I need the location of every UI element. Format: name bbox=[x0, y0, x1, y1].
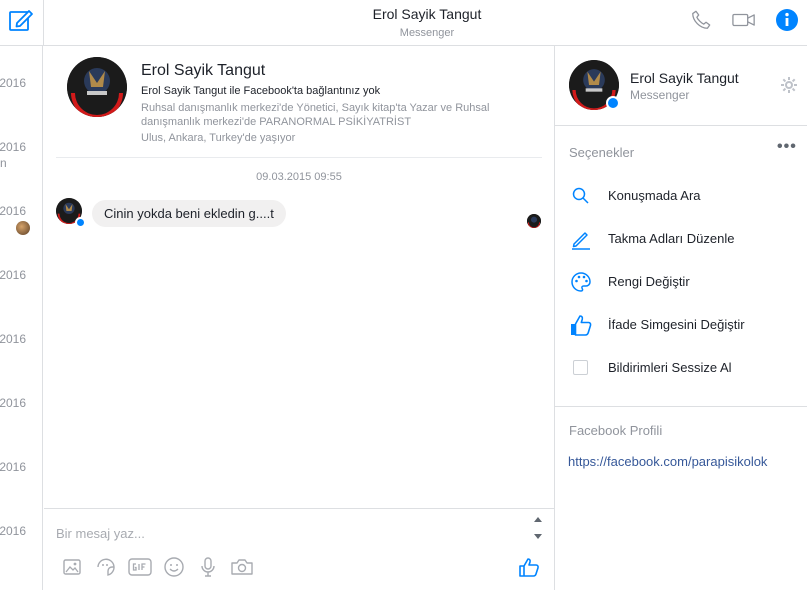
phone-icon[interactable] bbox=[689, 8, 713, 32]
messenger-badge-icon bbox=[606, 96, 620, 110]
seen-indicator-avatar bbox=[527, 214, 541, 228]
thread-date: .2016 bbox=[0, 332, 27, 346]
avatar[interactable] bbox=[67, 57, 127, 117]
mute-checkbox[interactable] bbox=[573, 360, 588, 375]
thread-list[interactable]: .2016 .2016 n .2016 .2016 .2016 .2016 .2… bbox=[0, 46, 43, 590]
option-edit-nicknames[interactable]: Takma Adları Düzenle bbox=[569, 224, 799, 254]
info-icon[interactable] bbox=[775, 8, 799, 32]
thread-date: .2016 bbox=[0, 524, 27, 538]
contact-name: Erol Sayik Tangut bbox=[141, 62, 266, 79]
divider bbox=[555, 406, 807, 407]
search-icon bbox=[569, 184, 593, 208]
microphone-icon[interactable] bbox=[196, 555, 220, 579]
thread-snippet: n bbox=[0, 156, 7, 170]
more-options-icon[interactable]: ••• bbox=[777, 138, 797, 156]
thread-date: .2016 bbox=[0, 204, 27, 218]
camera-icon[interactable] bbox=[230, 555, 254, 579]
details-header: Erol Sayik Tangut Messenger bbox=[555, 46, 807, 126]
message-timestamp: 09.03.2015 09:55 bbox=[256, 171, 342, 183]
pencil-icon bbox=[569, 227, 593, 251]
scroll-down-arrow-icon[interactable] bbox=[534, 534, 542, 539]
thumbs-up-icon bbox=[569, 313, 593, 337]
scroll-up-arrow-icon[interactable] bbox=[534, 517, 542, 522]
like-send-icon[interactable] bbox=[517, 555, 541, 579]
option-mute-notifications[interactable]: Bildirimleri Sessize Al bbox=[569, 353, 799, 383]
compose-icon[interactable] bbox=[8, 7, 34, 33]
option-label: Konuşmada Ara bbox=[608, 188, 701, 203]
video-camera-icon[interactable] bbox=[732, 8, 756, 32]
message-bubble[interactable]: Cinin yokda beni ekledin g....t bbox=[92, 200, 286, 227]
thread-date: .2016 bbox=[0, 460, 27, 474]
emoji-icon[interactable] bbox=[162, 555, 186, 579]
top-bar: Erol Sayik Tangut Messenger bbox=[0, 0, 807, 46]
photo-icon[interactable] bbox=[60, 555, 84, 579]
details-panel: Erol Sayik Tangut Messenger Seçenekler •… bbox=[554, 46, 807, 590]
header-actions bbox=[670, 8, 799, 32]
gif-icon[interactable] bbox=[128, 555, 152, 579]
thread-date: .2016 bbox=[0, 396, 27, 410]
composer bbox=[44, 508, 554, 590]
conversation-pane: Erol Sayik Tangut Erol Sayik Tangut ile … bbox=[44, 46, 554, 590]
option-search-conversation[interactable]: Konuşmada Ara bbox=[569, 181, 799, 211]
details-subtitle: Messenger bbox=[630, 88, 690, 102]
option-label: Rengi Değiştir bbox=[608, 274, 690, 289]
facebook-profile-link[interactable]: https://facebook.com/parapisikolok bbox=[568, 454, 767, 469]
contact-card: Erol Sayik Tangut Erol Sayik Tangut ile … bbox=[56, 46, 542, 158]
option-change-color[interactable]: Rengi Değiştir bbox=[569, 267, 799, 297]
message-input[interactable] bbox=[56, 526, 516, 541]
option-label: Bildirimleri Sessize Al bbox=[608, 360, 732, 375]
composer-tools bbox=[60, 555, 264, 579]
option-change-emoji[interactable]: İfade Simgesini Değiştir bbox=[569, 310, 799, 340]
avatar bbox=[16, 221, 30, 235]
sticker-icon[interactable] bbox=[94, 555, 118, 579]
thread-date: .2016 bbox=[0, 268, 27, 282]
option-label: İfade Simgesini Değiştir bbox=[608, 317, 745, 332]
connection-status: Erol Sayik Tangut ile Facebook'ta bağlan… bbox=[141, 85, 381, 97]
contact-location: Ulus, Ankara, Turkey'de yaşıyor bbox=[141, 132, 296, 144]
contact-work: Ruhsal danışmanlık merkezi'de Yönetici, … bbox=[141, 102, 490, 128]
palette-icon bbox=[569, 270, 593, 294]
gear-icon[interactable] bbox=[780, 76, 798, 94]
facebook-profile-heading: Facebook Profili bbox=[569, 423, 663, 438]
messenger-badge-icon bbox=[75, 217, 86, 228]
option-label: Takma Adları Düzenle bbox=[608, 231, 735, 246]
details-name: Erol Sayik Tangut bbox=[630, 70, 739, 86]
thread-date: .2016 bbox=[0, 140, 27, 154]
thread-date: .2016 bbox=[0, 76, 27, 90]
options-heading: Seçenekler bbox=[569, 145, 635, 160]
